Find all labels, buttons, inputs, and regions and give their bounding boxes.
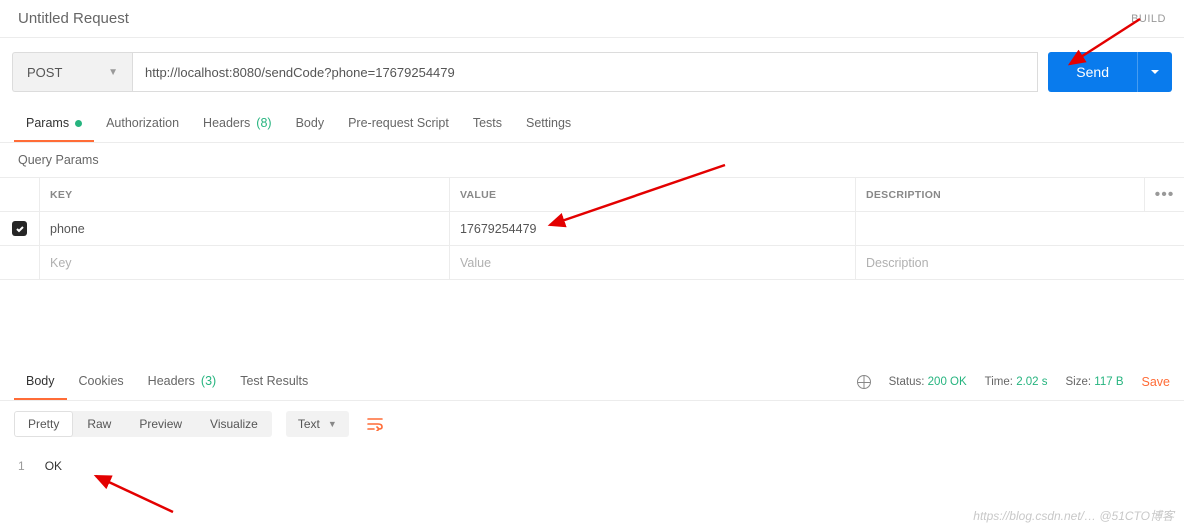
size-value: 117 B (1094, 376, 1123, 388)
response-headers-count: (3) (201, 374, 216, 388)
view-visualize[interactable]: Visualize (196, 411, 272, 437)
query-params-label: Query Params (0, 143, 1184, 177)
url-input[interactable] (132, 52, 1038, 92)
status-label: Status: (889, 376, 925, 388)
response-tab-test-results[interactable]: Test Results (228, 364, 320, 400)
request-title: Untitled Request (18, 10, 129, 27)
tab-body[interactable]: Body (284, 106, 337, 142)
save-response-button[interactable]: Save (1142, 375, 1171, 389)
caret-down-icon: ▼ (108, 67, 118, 78)
header-description: DESCRIPTION (856, 178, 1144, 211)
watermark: https://blog.csdn.net/… @51CTO博客 (973, 507, 1174, 524)
row-checkbox-cell[interactable] (0, 212, 40, 245)
checkbox-checked-icon[interactable] (12, 221, 27, 236)
view-raw[interactable]: Raw (73, 411, 125, 437)
http-method-value: POST (27, 65, 62, 80)
view-pretty[interactable]: Pretty (14, 411, 73, 437)
params-table: KEY VALUE DESCRIPTION ••• phone 17679254… (0, 177, 1184, 280)
line-number: 1 (18, 459, 25, 473)
param-key-placeholder[interactable]: Key (40, 246, 450, 279)
response-tab-cookies[interactable]: Cookies (67, 364, 136, 400)
format-select[interactable]: Text ▼ (286, 411, 349, 437)
tab-settings[interactable]: Settings (514, 106, 583, 142)
http-method-select[interactable]: POST ▼ (12, 52, 132, 92)
tab-headers[interactable]: Headers (8) (191, 106, 284, 142)
bulk-edit-icon[interactable]: ••• (1144, 178, 1184, 211)
param-key-input[interactable]: phone (40, 212, 450, 245)
caret-down-icon (1150, 67, 1160, 77)
tab-headers-label: Headers (203, 116, 250, 130)
headers-count-badge: (8) (256, 116, 271, 130)
param-value-placeholder[interactable]: Value (450, 246, 856, 279)
header-check-cell (0, 178, 40, 211)
table-header-row: KEY VALUE DESCRIPTION ••• (0, 178, 1184, 212)
row-checkbox-cell (0, 246, 40, 279)
response-body-text: OK (45, 459, 62, 473)
tab-tests[interactable]: Tests (461, 106, 514, 142)
param-description-input[interactable] (856, 212, 1184, 245)
param-description-placeholder[interactable]: Description (856, 246, 1184, 279)
send-dropdown-button[interactable] (1137, 52, 1172, 92)
header-key: KEY (40, 178, 450, 211)
time-meta: Time: 2.02 s (985, 376, 1048, 388)
tab-prerequest[interactable]: Pre-request Script (336, 106, 461, 142)
build-label[interactable]: BUILD (1131, 13, 1166, 25)
status-meta: Status: 200 OK (889, 376, 967, 388)
format-value: Text (298, 417, 320, 431)
size-meta: Size: 117 B (1066, 376, 1124, 388)
time-value: 2.02 s (1016, 376, 1047, 388)
wrap-lines-icon[interactable] (361, 411, 389, 437)
view-preview[interactable]: Preview (125, 411, 196, 437)
table-row-empty[interactable]: Key Value Description (0, 246, 1184, 280)
size-label: Size: (1066, 376, 1092, 388)
table-row[interactable]: phone 17679254479 (0, 212, 1184, 246)
time-label: Time: (985, 376, 1013, 388)
response-body[interactable]: 1 OK (0, 447, 1184, 485)
tab-authorization[interactable]: Authorization (94, 106, 191, 142)
send-button[interactable]: Send (1048, 52, 1137, 92)
param-value-input[interactable]: 17679254479 (450, 212, 856, 245)
caret-down-icon: ▼ (328, 419, 337, 429)
view-mode-group: Pretty Raw Preview Visualize (14, 411, 272, 437)
status-value: 200 OK (928, 376, 967, 388)
response-headers-label: Headers (148, 374, 195, 388)
globe-icon[interactable] (857, 375, 871, 389)
dot-indicator-icon (75, 120, 82, 127)
header-value: VALUE (450, 178, 856, 211)
tab-params-label: Params (26, 116, 69, 130)
response-tab-body[interactable]: Body (14, 364, 67, 400)
response-tab-headers[interactable]: Headers (3) (136, 364, 229, 400)
tab-params[interactable]: Params (14, 106, 94, 142)
